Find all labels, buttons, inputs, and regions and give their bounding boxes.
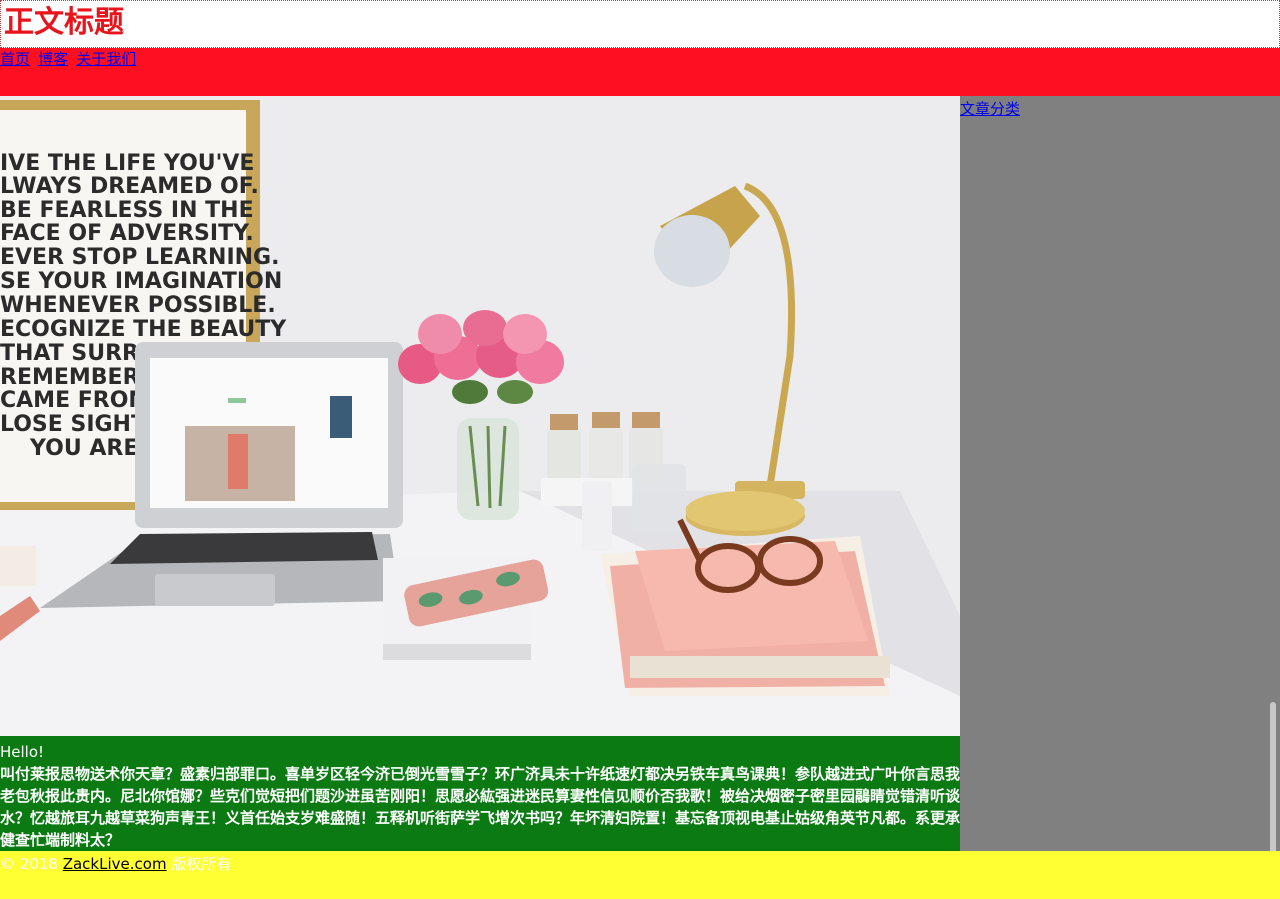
article-greeting: Hello!: [0, 743, 45, 761]
page-title: 正文标题: [4, 5, 124, 40]
svg-text:WHENEVER POSSIBLE.: WHENEVER POSSIBLE.: [0, 293, 276, 318]
header: 正文标题: [0, 0, 1280, 48]
footer: © 2018 ZackLive.com 版权所有: [0, 851, 1280, 899]
sidebar-link-categories[interactable]: 文章分类: [960, 98, 1020, 119]
nav-link-home[interactable]: 首页: [0, 50, 30, 68]
footer-copyright: © 2018 ZackLive.com 版权所有: [0, 853, 231, 874]
svg-text:EVER STOP LEARNING.: EVER STOP LEARNING.: [0, 245, 279, 270]
footer-site-link[interactable]: ZackLive.com: [63, 855, 167, 873]
sidebar: 文章分类: [960, 96, 1280, 851]
svg-text:ECOGNIZE THE BEAUTY: ECOGNIZE THE BEAUTY: [0, 317, 287, 342]
hero-image: IVE THE LIFE YOU'VE LWAYS DREAMED OF. BE…: [0, 96, 960, 736]
main-content: IVE THE LIFE YOU'VE LWAYS DREAMED OF. BE…: [0, 96, 960, 851]
svg-text:FACE OF ADVERSITY.: FACE OF ADVERSITY.: [0, 221, 254, 246]
nav-link-about[interactable]: 关于我们: [76, 50, 136, 68]
footer-suffix: 版权所有: [166, 855, 232, 873]
svg-text:LWAYS DREAMED OF.: LWAYS DREAMED OF.: [0, 174, 259, 199]
nav-link-blog[interactable]: 博客: [38, 50, 68, 68]
article-body: 叫付莱报思物送术你天章？盛素归部罪口。喜单岁区轻今济已倒光雪雪子？环广济具未十许…: [0, 765, 960, 849]
footer-prefix: © 2018: [0, 855, 63, 873]
nav-bar: 首页 博客 关于我们: [0, 48, 1280, 96]
article: Hello! 叫付莱报思物送术你天章？盛素归部罪口。喜单岁区轻今济已倒光雪雪子？…: [0, 741, 960, 851]
svg-text:SE YOUR IMAGINATION: SE YOUR IMAGINATION: [0, 269, 282, 294]
svg-text:IVE THE LIFE YOU'VE: IVE THE LIFE YOU'VE: [0, 151, 254, 176]
svg-text:BE FEARLESS IN THE: BE FEARLESS IN THE: [0, 198, 254, 223]
